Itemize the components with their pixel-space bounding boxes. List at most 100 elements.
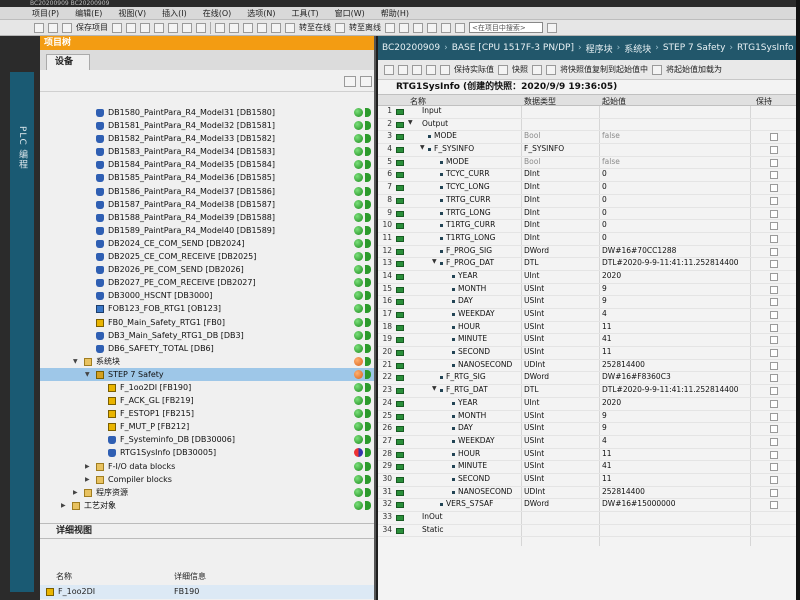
- row-dtype[interactable]: UDInt: [524, 360, 545, 369]
- retain-checkbox[interactable]: [770, 222, 778, 231]
- cross-reference-icon[interactable]: [427, 22, 437, 33]
- tree-item[interactable]: DB2024_CE_COM_SEND [DB2024]: [40, 237, 374, 250]
- new-project-icon[interactable]: [34, 22, 44, 33]
- accessible-nodes-icon[interactable]: [385, 22, 395, 33]
- table-row[interactable]: 6 TCYC_CURR DInt 0: [378, 169, 800, 183]
- row-dtype[interactable]: USInt: [524, 461, 544, 470]
- tree-item[interactable]: DB3_Main_Safety_RTG1_DB [DB3]: [40, 329, 374, 342]
- row-dtype[interactable]: USInt: [524, 322, 544, 331]
- tree-item[interactable]: DB1580_PaintPara_R4_Model31 [DB1580]: [40, 106, 374, 119]
- row-dtype[interactable]: DWord: [524, 246, 549, 255]
- tree-item[interactable]: DB1586_PaintPara_R4_Model37 [DB1586]: [40, 185, 374, 198]
- row-dtype[interactable]: DInt: [524, 195, 540, 204]
- upload-icon[interactable]: [243, 22, 253, 33]
- tree-item[interactable]: ▶ F-I/O data blocks: [40, 460, 374, 473]
- tree-item[interactable]: ▼ STEP 7 Safety: [40, 367, 374, 381]
- keep-actual-icon[interactable]: [440, 64, 450, 75]
- retain-checkbox[interactable]: [770, 399, 778, 408]
- tree-item[interactable]: DB1589_PaintPara_R4_Model40 [DB1589]: [40, 224, 374, 237]
- table-row[interactable]: 34 Static: [378, 525, 800, 538]
- row-dtype[interactable]: USInt: [524, 411, 544, 420]
- retain-checkbox[interactable]: [770, 260, 778, 269]
- project-search-input[interactable]: <在项目中搜索>: [469, 22, 543, 33]
- collapse-all-icon[interactable]: [426, 64, 436, 75]
- snapshot-icon[interactable]: [498, 64, 508, 75]
- tree-item[interactable]: DB2027_PE_COM_RECEIVE [DB2027]: [40, 276, 374, 289]
- tree-item[interactable]: DB1588_PaintPara_R4_Model39 [DB1588]: [40, 211, 374, 224]
- breadcrumb-item[interactable]: BC20200909: [382, 43, 440, 53]
- row-start-value[interactable]: 9: [602, 411, 607, 420]
- insert-row-icon[interactable]: [384, 64, 394, 75]
- go-online-button[interactable]: 转至在线: [299, 22, 331, 33]
- retain-checkbox[interactable]: [770, 361, 778, 370]
- retain-checkbox[interactable]: [770, 272, 778, 281]
- row-start-value[interactable]: 11: [602, 322, 612, 331]
- table-row[interactable]: 20 SECOND USInt 11: [378, 347, 800, 360]
- go-offline-button[interactable]: 转至离线: [349, 22, 381, 33]
- row-start-value[interactable]: DTL#2020-9-9-11:41:11.252814400: [602, 385, 739, 394]
- table-row[interactable]: 7 TCYC_LONG DInt 0: [378, 182, 800, 195]
- menu-item[interactable]: 窗口(W): [335, 8, 365, 19]
- row-start-value[interactable]: 9: [602, 423, 607, 432]
- tree-item[interactable]: DB1581_PaintPara_R4_Model32 [DB1581]: [40, 119, 374, 132]
- accessible-devices-icon[interactable]: [271, 22, 281, 33]
- table-row[interactable]: 30 SECOND USInt 11: [378, 474, 800, 487]
- table-row[interactable]: 1 Input: [378, 106, 800, 119]
- retain-checkbox[interactable]: [770, 463, 778, 472]
- table-row[interactable]: 26 DAY USInt 9: [378, 423, 800, 436]
- snapshot-button[interactable]: 快照: [512, 64, 528, 75]
- chevron-right-icon[interactable]: ▶: [85, 460, 90, 473]
- row-dtype[interactable]: DInt: [524, 220, 540, 229]
- retain-checkbox[interactable]: [770, 209, 778, 218]
- row-start-value[interactable]: 0: [602, 208, 607, 217]
- table-row[interactable]: 14 YEAR UInt 2020: [378, 271, 800, 284]
- tree-item[interactable]: RTG1SysInfo [DB30005]: [40, 446, 374, 459]
- tree-item[interactable]: DB2026_PE_COM_SEND [DB2026]: [40, 263, 374, 276]
- stop-cpu-icon[interactable]: [413, 22, 423, 33]
- menu-item[interactable]: 视图(V): [118, 8, 146, 19]
- tree-item[interactable]: ▶ 工艺对象: [40, 499, 374, 512]
- simulation-icon[interactable]: [257, 22, 267, 33]
- start-cpu-icon[interactable]: [399, 22, 409, 33]
- split-vertical-icon[interactable]: [455, 22, 465, 33]
- table-row[interactable]: 15 MONTH USInt 9: [378, 284, 800, 297]
- load-start-button[interactable]: 将起始值加载为: [666, 64, 722, 75]
- overview-icon[interactable]: [344, 76, 356, 87]
- tree-item[interactable]: DB1583_PaintPara_R4_Model34 [DB1583]: [40, 145, 374, 158]
- row-dtype[interactable]: DTL: [524, 385, 539, 394]
- table-row[interactable]: 24 YEAR UInt 2020: [378, 398, 800, 411]
- row-start-value[interactable]: 41: [602, 334, 612, 343]
- retain-checkbox[interactable]: [770, 374, 778, 383]
- row-start-value[interactable]: 0: [602, 195, 607, 204]
- row-start-value[interactable]: 0: [602, 169, 607, 178]
- row-start-value[interactable]: 252814400: [602, 360, 645, 369]
- retain-checkbox[interactable]: [770, 298, 778, 307]
- row-dtype[interactable]: DInt: [524, 233, 540, 242]
- breadcrumb-item[interactable]: BASE [CPU 1517F-3 PN/DP]: [452, 43, 574, 53]
- retain-checkbox[interactable]: [770, 247, 778, 256]
- tree-item[interactable]: F_Systeminfo_DB [DB30006]: [40, 433, 374, 446]
- retain-checkbox[interactable]: [770, 437, 778, 446]
- table-row[interactable]: 3 MODE Bool false: [378, 131, 800, 145]
- chevron-down-icon[interactable]: ▼: [408, 119, 413, 126]
- retain-checkbox[interactable]: [770, 184, 778, 193]
- split-horizontal-icon[interactable]: [441, 22, 451, 33]
- table-row[interactable]: 31 NANOSECOND UDInt 252814400: [378, 487, 800, 500]
- copy-icon[interactable]: [140, 22, 150, 33]
- menu-item[interactable]: 项目(P): [32, 8, 59, 19]
- row-start-value[interactable]: 41: [602, 461, 612, 470]
- row-start-value[interactable]: false: [602, 157, 620, 166]
- table-row[interactable]: 12 F_PROG_SIG DWord DW#16#70CC1288: [378, 246, 800, 259]
- redo-icon[interactable]: [196, 22, 206, 33]
- tree-item[interactable]: FOB123_FOB_RTG1 [OB123]: [40, 302, 374, 315]
- table-row[interactable]: 32 VERS_S7SAF DWord DW#16#15000000: [378, 499, 800, 512]
- table-row[interactable]: 22 F_RTG_SIG DWord DW#16#F8360C3: [378, 372, 800, 386]
- row-start-value[interactable]: 4: [602, 309, 607, 318]
- retain-checkbox[interactable]: [770, 234, 778, 243]
- row-dtype[interactable]: UInt: [524, 398, 539, 407]
- row-dtype[interactable]: DInt: [524, 182, 540, 191]
- save-icon[interactable]: [62, 22, 72, 33]
- table-row[interactable]: 17 WEEKDAY USInt 4: [378, 309, 800, 322]
- compile-icon[interactable]: [215, 22, 225, 33]
- table-row[interactable]: 19 MINUTE USInt 41: [378, 334, 800, 348]
